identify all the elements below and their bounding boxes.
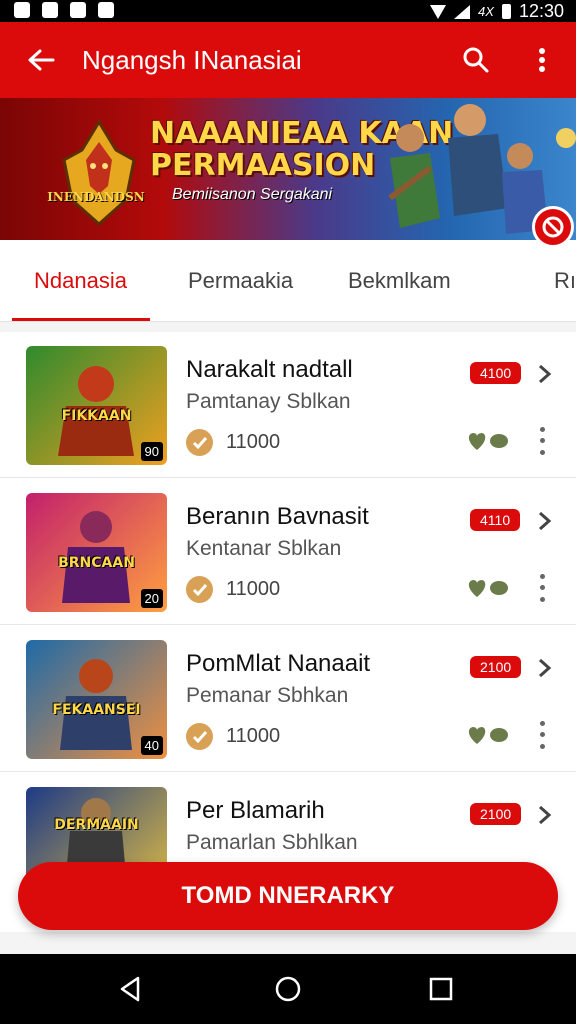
app-bar: Ngangsh INanasiai: [0, 22, 576, 98]
thumbnail-label: 20: [140, 589, 163, 608]
chevron-right-icon[interactable]: [534, 803, 556, 827]
nav-recents-icon[interactable]: [426, 974, 456, 1004]
tab-permaakia[interactable]: Permaakia: [188, 268, 293, 294]
check-icon: [186, 429, 213, 456]
item-subtitle: Pemanar Sbhkan: [186, 684, 349, 707]
item-count: 11000: [226, 431, 281, 453]
item-badge[interactable]: 4110: [470, 509, 521, 531]
nav-back-icon[interactable]: [116, 974, 146, 1004]
thumbnail-label: 90: [140, 442, 163, 461]
item-subtitle: Pamarlan Sbhlkan: [186, 831, 358, 854]
like-icon[interactable]: [465, 428, 513, 454]
thumbnail-label: 40: [140, 736, 163, 755]
check-icon: [186, 576, 213, 603]
item-subtitle: Kentanar Sblkan: [186, 537, 342, 560]
network-type: 4X: [478, 4, 494, 19]
back-button[interactable]: [22, 41, 60, 79]
tab-bar: Ndanasia Permaakia Bekmlkam Rı: [0, 240, 576, 322]
banner-logo-text: INENDANDSN: [47, 190, 145, 204]
clock: 12:30: [518, 1, 564, 21]
notification-icons: [14, 2, 114, 18]
item-count: 11000: [226, 578, 281, 600]
item-more-button[interactable]: [532, 424, 552, 458]
item-badge[interactable]: 2100: [470, 656, 522, 678]
more-options-button[interactable]: [520, 38, 564, 82]
tab-more[interactable]: Rı: [554, 268, 576, 294]
item-title: Beranın Bavnasit: [186, 503, 369, 530]
signal-icon: [454, 4, 471, 19]
item-badge[interactable]: 2100: [470, 803, 522, 825]
tab-bekmlkam[interactable]: Bekmlkam: [348, 268, 451, 294]
primary-action-button[interactable]: TOMD NNERARKY: [18, 862, 558, 930]
nav-home-icon[interactable]: [273, 974, 303, 1004]
thumbnail-caption: FIKKAAN: [61, 408, 132, 424]
notification-icon: [42, 2, 58, 18]
search-button[interactable]: [454, 38, 498, 82]
item-more-button[interactable]: [532, 718, 552, 752]
no-entry-icon: [542, 216, 564, 238]
search-icon: [463, 47, 489, 73]
item-badge[interactable]: 4100: [470, 362, 522, 384]
promo-banner[interactable]: INENDANDSN NAAANIEAA KAAN PERMAASION Bem…: [0, 98, 576, 240]
item-title: Per Blamarih: [186, 797, 325, 824]
status-bar: 4X 12:30: [0, 0, 576, 22]
thumbnail-caption: BRNCAAN: [58, 555, 135, 571]
notification-icon: [98, 2, 114, 18]
emblem-icon: [62, 120, 136, 226]
list-item[interactable]: FIKKAAN 90 Narakalt nadtall Pamtanay Sbl…: [0, 332, 576, 478]
tab-ndanasia[interactable]: Ndanasia: [34, 268, 127, 294]
thumbnail-caption: FEKAANSEI: [52, 702, 141, 718]
banner-subtitle: Bemiisanon Sergakani: [172, 186, 333, 203]
no-ads-button[interactable]: [532, 206, 574, 248]
tab-indicator: [12, 318, 150, 321]
item-subtitle: Pamtanay Sblkan: [186, 390, 351, 413]
game-list: FIKKAAN 90 Narakalt nadtall Pamtanay Sbl…: [0, 332, 576, 932]
game-thumbnail: FIKKAAN 90: [26, 346, 167, 465]
notification-icon: [70, 2, 86, 18]
chevron-right-icon[interactable]: [534, 656, 556, 680]
list-item[interactable]: FEKAANSEI 40 PomMlat Nanaait Pemanar Sbh…: [0, 626, 576, 772]
like-icon[interactable]: [465, 575, 513, 601]
thumbnail-caption: DERMAAIN: [54, 817, 139, 833]
list-item[interactable]: BRNCAAN 20 Beranın Bavnasit Kentanar Sbl…: [0, 479, 576, 625]
system-nav-bar: [0, 954, 576, 1024]
check-icon: [186, 723, 213, 750]
wifi-icon: [430, 4, 447, 19]
more-vert-icon: [539, 48, 545, 72]
battery-icon: [501, 4, 511, 19]
chevron-right-icon[interactable]: [534, 362, 556, 386]
item-count: 11000: [226, 725, 281, 747]
game-thumbnail: BRNCAAN 20: [26, 493, 167, 612]
item-more-button[interactable]: [532, 571, 552, 605]
item-title: Narakalt nadtall: [186, 356, 353, 383]
chevron-right-icon[interactable]: [534, 509, 556, 533]
like-icon[interactable]: [465, 722, 513, 748]
item-title: PomMlat Nanaait: [186, 650, 371, 677]
back-arrow-icon: [28, 49, 55, 71]
page-title: Ngangsh INanasiai: [82, 44, 302, 75]
game-thumbnail: FEKAANSEI 40: [26, 640, 167, 759]
notification-icon: [14, 2, 30, 18]
